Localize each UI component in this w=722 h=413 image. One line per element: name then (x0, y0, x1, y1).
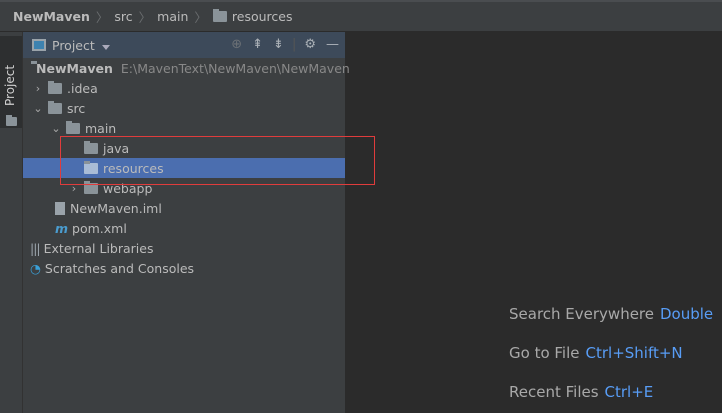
folder-icon (84, 180, 98, 194)
scratches-icon: ◔ (30, 260, 41, 276)
breadcrumb: NewMaven 〉 src 〉 main 〉 resources (0, 0, 722, 32)
chevron-right-icon[interactable]: › (31, 82, 45, 95)
folder-icon (84, 140, 98, 154)
view-selector[interactable]: Project (52, 38, 110, 53)
folder-icon (48, 100, 62, 114)
hint-label: Recent Files (509, 383, 599, 401)
tree-item-label: pom.xml (72, 220, 127, 236)
chevron-down-icon[interactable]: ⌄ (49, 122, 63, 135)
libraries-icon: ||| (30, 240, 41, 256)
tree-item[interactable]: ◔ Scratches and Consoles (23, 258, 345, 278)
tree-item-label: Scratches and Consoles (44, 260, 195, 276)
folder-icon (212, 9, 227, 22)
panel-header: Project ⊕ ⇞ ⇟ | ⚙ — (23, 32, 345, 58)
breadcrumb-item[interactable]: src (114, 9, 132, 24)
tool-window-stripe: Project (0, 32, 23, 413)
chevron-down-icon (101, 44, 110, 50)
tree-item[interactable]: ⌄ main (23, 118, 345, 138)
tree-item[interactable]: › webapp (23, 178, 345, 198)
tree-item-path: E:\MavenText\NewMaven\NewMaven (120, 60, 350, 76)
tree-item-label: main (85, 120, 117, 136)
project-view-icon (32, 39, 46, 51)
folder-icon (84, 160, 98, 174)
tree-item-label: NewMaven (36, 60, 113, 76)
tree-item-label: webapp (103, 180, 153, 196)
project-panel: Project ⊕ ⇞ ⇟ | ⚙ — NewMaven E:\MavenText… (23, 32, 350, 413)
view-selector-label: Project (52, 37, 95, 53)
folder-icon (66, 120, 80, 134)
chevron-right-icon: 〉 (95, 10, 109, 25)
tree-item[interactable]: ||| External Libraries (23, 238, 345, 258)
tree-item-label: External Libraries (43, 240, 154, 256)
tree-item[interactable]: m pom.xml (23, 218, 345, 238)
tree-item[interactable]: › .idea (23, 78, 345, 98)
gear-icon[interactable]: ⚙ (304, 37, 316, 52)
tree-item[interactable]: NewMaven E:\MavenText\NewMaven\NewMaven (23, 58, 350, 78)
minimize-icon[interactable]: — (326, 37, 339, 52)
hint-label: Search Everywhere (509, 305, 654, 323)
chevron-right-icon: 〉 (138, 10, 152, 25)
tree-item[interactable]: ⌄ src (23, 98, 345, 118)
hint-go-to-file: Go to File Ctrl+Shift+N (509, 344, 683, 362)
tree-item-label: NewMaven.iml (70, 200, 162, 216)
tree-item-label: src (67, 100, 86, 116)
tree-item-label: .idea (67, 80, 98, 96)
project-tree: NewMaven E:\MavenText\NewMaven\NewMaven ›.… (23, 58, 350, 278)
breadcrumb-item[interactable]: resources (232, 9, 293, 24)
hint-label: Go to File (509, 344, 580, 362)
hint-shortcut: Ctrl+E (604, 383, 654, 401)
chevron-right-icon[interactable]: › (67, 182, 81, 195)
tree-item-label: resources (103, 160, 164, 176)
locate-icon[interactable]: ⊕ (231, 37, 242, 52)
chevron-down-icon[interactable]: ⌄ (31, 102, 45, 115)
hint-search-everywhere: Search Everywhere Double (509, 305, 713, 323)
tree-item[interactable]: java (23, 138, 345, 158)
collapse-all-icon[interactable]: ⇟ (273, 37, 284, 52)
folder-icon (48, 80, 62, 94)
hint-recent-files: Recent Files Ctrl+E (509, 383, 653, 401)
hint-shortcut: Ctrl+Shift+N (585, 344, 683, 362)
tree-item[interactable]: resources (23, 158, 345, 178)
breadcrumb-item[interactable]: main (157, 9, 188, 24)
maven-icon: m (55, 220, 69, 236)
expand-all-icon[interactable]: ⇞ (252, 37, 263, 52)
hint-shortcut: Double (660, 305, 714, 323)
project-tab-label: Project (3, 64, 17, 106)
breadcrumb-label: NewMaven (13, 9, 90, 24)
file-icon (55, 201, 65, 215)
breadcrumb-item[interactable]: NewMaven (13, 9, 90, 24)
tree-item-label: java (103, 140, 130, 156)
tree-item[interactable]: NewMaven.iml (23, 198, 345, 218)
folder-icon (6, 115, 17, 126)
chevron-right-icon: 〉 (194, 10, 207, 25)
